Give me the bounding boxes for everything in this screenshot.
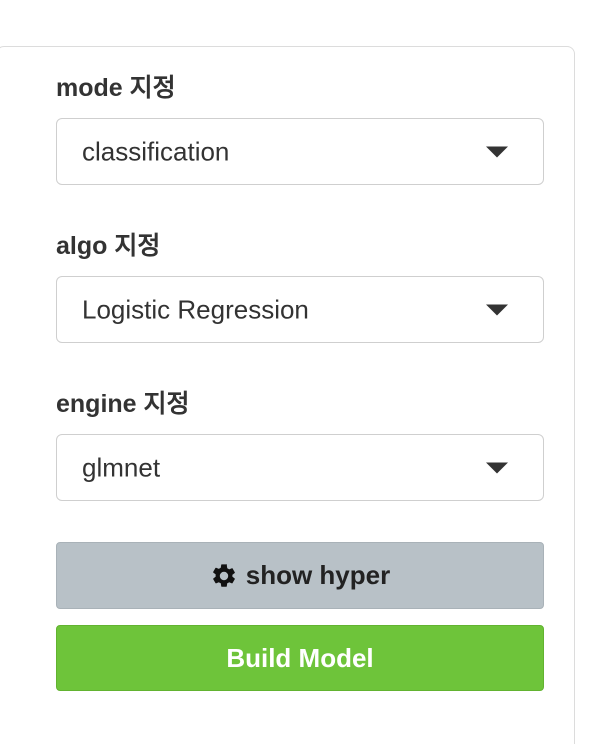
- mode-label: mode 지정: [56, 74, 176, 102]
- algo-select[interactable]: Logistic Regression: [56, 276, 544, 343]
- build-model-label: Build Model: [226, 642, 374, 673]
- page: mode 지정 classification algo 지정 Logistic …: [0, 0, 598, 744]
- caret-down-icon: [486, 146, 508, 157]
- mode-select[interactable]: classification: [56, 118, 544, 185]
- engine-label: engine 지정: [56, 390, 190, 418]
- engine-select-value: glmnet: [82, 452, 161, 482]
- build-model-button[interactable]: Build Model: [56, 625, 544, 691]
- mode-select-value: classification: [82, 136, 230, 166]
- show-hyper-label: show hyper: [245, 560, 391, 590]
- gear-icon: [212, 563, 235, 587]
- caret-down-icon: [486, 462, 508, 473]
- algo-label: algo 지정: [56, 232, 161, 260]
- engine-select[interactable]: glmnet: [56, 434, 544, 501]
- show-hyper-button[interactable]: show hyper: [56, 542, 544, 609]
- algo-select-value: Logistic Regression: [82, 294, 309, 324]
- caret-down-icon: [486, 304, 508, 315]
